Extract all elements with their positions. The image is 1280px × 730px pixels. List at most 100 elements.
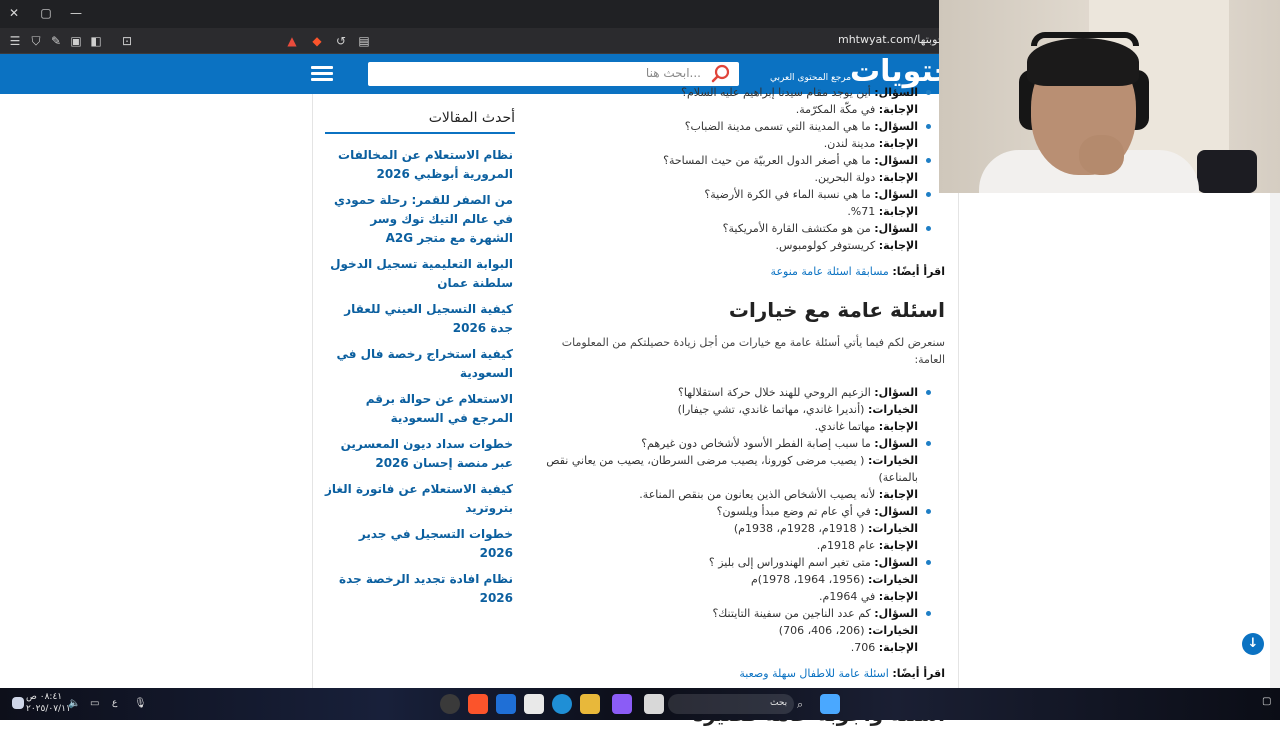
answer-line: الإجابة: عام 1918م. xyxy=(545,537,918,554)
sidebar-link[interactable]: خطوات التسجيل في جدير 2026 xyxy=(325,525,515,563)
answer-label: الإجابة: xyxy=(878,641,918,654)
search-icon[interactable]: ⌕ xyxy=(797,698,809,711)
notification-icon[interactable]: ▢ xyxy=(1262,696,1276,710)
question-text: ما هي المدينة التي تسمى مدينة الضباب؟ xyxy=(684,120,871,133)
read-also-label: اقرأ أيضًا: xyxy=(892,265,945,278)
task-view-icon[interactable] xyxy=(644,694,664,714)
question-label: السؤال: xyxy=(874,86,918,99)
answer-label: الإجابة: xyxy=(878,103,918,116)
minimize-window-button[interactable]: — xyxy=(66,4,86,22)
choices-line: الخيارات: ( 1918م، 1928م، 1938م) xyxy=(545,520,918,537)
mail-icon[interactable] xyxy=(496,694,516,714)
obs-icon[interactable] xyxy=(440,694,460,714)
close-window-button[interactable]: ✕ xyxy=(4,4,24,22)
section-heading: اسئلة عامة مع خيارات xyxy=(728,298,945,322)
maximize-window-button[interactable]: ▢ xyxy=(36,4,56,22)
taskbar-time[interactable]: ٠٨:٤١ ص xyxy=(26,692,62,702)
question-text: ما هي نسبة الماء في الكرة الأرضية؟ xyxy=(704,188,871,201)
hamburger-menu-icon[interactable] xyxy=(311,66,333,82)
answer-text: مدينة لندن. xyxy=(823,137,876,150)
sidebar-link[interactable]: من الصفر للقمر: رحلة حمودي في عالم التيك… xyxy=(325,191,515,248)
store-icon[interactable] xyxy=(524,694,544,714)
answer-label: الإجابة: xyxy=(878,239,918,252)
answer-text: في 1964م. xyxy=(819,590,876,603)
qa-list-section2: السؤال: الزعيم الروحي للهند خلال حركة اس… xyxy=(545,384,945,656)
brave-browser-icon[interactable] xyxy=(468,694,488,714)
scroll-down-button[interactable]: ↓ xyxy=(1242,633,1264,655)
settings-icon[interactable] xyxy=(12,697,24,709)
edge-icon[interactable] xyxy=(552,694,572,714)
taskbar xyxy=(0,688,1280,720)
choices-label: الخيارات: xyxy=(867,624,918,637)
sidebar-link[interactable]: كيفية الاستعلام عن فاتورة الغاز بتروتريد xyxy=(325,480,515,518)
shield-icon[interactable]: ⛉ xyxy=(27,32,45,50)
sidebar-link[interactable]: كيفية استخراج رخصة فال في السعودية xyxy=(325,345,515,383)
webcam-overlay xyxy=(939,0,1280,193)
sidebar-link[interactable]: نظام الاستعلام عن المخالفات المرورية أبو… xyxy=(325,146,515,184)
answer-text: مهاتما غاندي. xyxy=(814,420,876,433)
tabs-icon[interactable]: ▣ xyxy=(67,32,85,50)
answer-label: الإجابة: xyxy=(878,171,918,184)
sidebar-link[interactable]: نظام افادة تجديد الرخصة جدة 2026 xyxy=(325,570,515,608)
choices-label: الخيارات: xyxy=(867,522,918,535)
question-label: السؤال: xyxy=(874,607,918,620)
answer-line: الإجابة: في مكّة المكرّمة. xyxy=(545,101,918,118)
sidebar-link[interactable]: البوابة التعليمية تسجيل الدخول سلطنة عما… xyxy=(325,255,515,293)
qa-item: السؤال: كم عدد الناجين من سفينة التايتنك… xyxy=(545,605,945,656)
answer-line: الإجابة: كريستوفر كولومبوس. xyxy=(545,237,918,254)
start-icon[interactable] xyxy=(820,694,840,714)
question-label: السؤال: xyxy=(874,188,918,201)
choices-line: الخيارات: ( يصيب مرضى كورونا، يصيب مرضى … xyxy=(545,452,918,486)
brave-shield-icon[interactable]: ◆ xyxy=(308,32,326,50)
choices-text: (أنديرا غاندي، مهاتما غاندي، تشي جيفارا) xyxy=(677,403,865,416)
answer-text: عام 1918م. xyxy=(816,539,876,552)
volume-icon[interactable]: 🔈 xyxy=(68,698,80,710)
scrollbar[interactable] xyxy=(1270,190,1280,688)
taskbar-date[interactable]: ٢٠٢٥/٠٧/١١ xyxy=(26,704,71,714)
webcam-hand xyxy=(1079,135,1124,175)
answer-label: الإجابة: xyxy=(878,539,918,552)
answer-label: الإجابة: xyxy=(878,488,918,501)
answer-line: الإجابة: 706. xyxy=(545,639,918,656)
sidebar-icon[interactable]: ◧ xyxy=(87,32,105,50)
webcam-chair xyxy=(1197,150,1257,193)
app-icon[interactable] xyxy=(612,694,632,714)
search-input[interactable]: ابحث هنا... xyxy=(368,62,739,86)
answer-line: الإجابة: في 1964م. xyxy=(545,588,918,605)
question-text: متى تغير اسم الهندوراس إلى بليز ؟ xyxy=(708,556,871,569)
network-icon[interactable]: ▭ xyxy=(90,698,102,710)
section-intro: سنعرض لكم فيما يأتي أسئلة عامة مع خيارات… xyxy=(561,336,945,366)
screenshot-icon[interactable]: ⊡ xyxy=(118,32,136,50)
sidebar-link[interactable]: كيفية التسجيل العيني للعقار جدة 2026 xyxy=(325,300,515,338)
reader-icon[interactable]: ▤ xyxy=(355,32,373,50)
read-also-link[interactable]: مسابقة اسئلة عامة منوعة xyxy=(771,265,889,278)
menu-icon[interactable]: ☰ xyxy=(6,32,24,50)
qa-item: السؤال: ما سبب إصابة الفطر الأسود لأشخاص… xyxy=(545,435,945,503)
question-text: ما هي أصغر الدول العربيّة من حيث المساحة… xyxy=(663,154,871,167)
article-content: السؤال: أين يوجد مقام سيدنا إبراهيم عليه… xyxy=(545,84,945,730)
extension-icon[interactable]: ✎ xyxy=(47,32,65,50)
sidebar-title: أحدث المقالات xyxy=(325,110,515,134)
question-text: من هو مكتشف القارة الأمريكية؟ xyxy=(722,222,871,235)
adblock-icon[interactable]: ▲ xyxy=(283,32,301,50)
language-indicator[interactable]: ع xyxy=(112,698,117,708)
question-label: السؤال: xyxy=(874,505,918,518)
read-also-2: اقرأ أيضًا: اسئلة عامة للاطفال سهلة وصعب… xyxy=(545,665,945,682)
read-also-link[interactable]: اسئلة عامة للاطفال سهلة وصعبة xyxy=(739,667,888,680)
file-explorer-icon[interactable] xyxy=(580,694,600,714)
sidebar-link[interactable]: الاستعلام عن حوالة برقم المرجع في السعود… xyxy=(325,390,515,428)
question-text: أين يوجد مقام سيدنا إبراهيم عليه السلام؟ xyxy=(681,86,871,99)
choices-text: (206، 406، 706) xyxy=(778,624,865,637)
choices-label: الخيارات: xyxy=(867,573,918,586)
sidebar-link[interactable]: خطوات سداد ديون المعسرين عبر منصة إحسان … xyxy=(325,435,515,473)
choices-label: الخيارات: xyxy=(867,454,918,467)
back-icon[interactable]: ↺ xyxy=(332,32,350,50)
microphone-icon[interactable]: 🎙 xyxy=(134,698,147,710)
headset-band xyxy=(1031,32,1139,46)
question-label: السؤال: xyxy=(874,437,918,450)
answer-line: الإجابة: مهاتما غاندي. xyxy=(545,418,918,435)
choices-line: الخيارات: (1956، 1964، 1978)م xyxy=(545,571,918,588)
content-divider-left xyxy=(312,94,313,688)
qa-item: السؤال: في أي عام تم وضع مبدأ ويلسون؟ ال… xyxy=(545,503,945,554)
search-icon[interactable] xyxy=(711,64,731,84)
